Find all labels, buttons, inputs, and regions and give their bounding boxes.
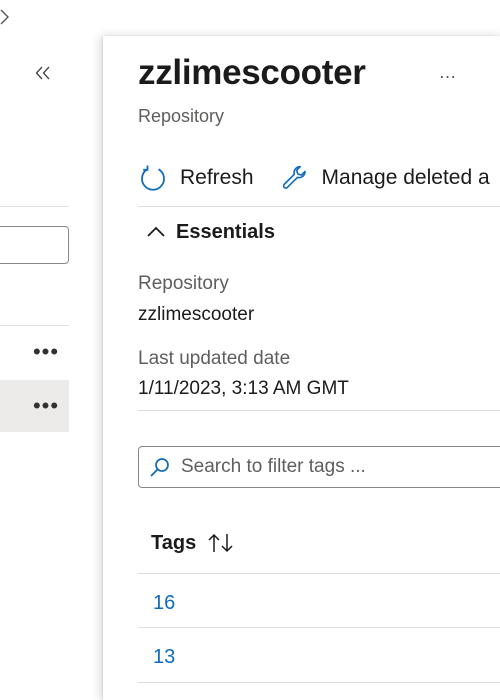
field-value-repository: zzlimescooter (138, 304, 255, 325)
collapse-pane-button[interactable] (32, 64, 54, 86)
field-value-last-updated: 1/11/2023, 3:13 AM GMT (138, 378, 349, 399)
tag-link[interactable]: 13 (153, 646, 175, 669)
tag-search-box[interactable] (138, 446, 500, 488)
table-row-divider (138, 682, 500, 683)
divider (138, 206, 500, 207)
essentials-label: Essentials (176, 220, 275, 243)
essentials-toggle[interactable]: Essentials (146, 218, 275, 246)
list-item[interactable]: ••• (0, 326, 69, 378)
chevron-up-icon (146, 221, 166, 244)
manage-deleted-label: Manage deleted a (321, 166, 490, 189)
wrench-icon (280, 163, 310, 193)
refresh-label: Refresh (180, 166, 254, 189)
field-label-repository: Repository (138, 273, 229, 294)
more-options-button[interactable]: … (436, 62, 460, 82)
more-options-button[interactable]: ••• (31, 393, 61, 418)
chevron-right-icon[interactable] (0, 8, 14, 26)
manage-deleted-button[interactable]: Manage deleted a (280, 158, 490, 198)
tags-column-header[interactable]: Tags (151, 528, 236, 558)
left-filter-input[interactable] (0, 226, 69, 264)
refresh-icon (138, 163, 168, 193)
search-icon (149, 456, 171, 478)
left-pane: ••• ••• (0, 0, 103, 700)
app-root: ••• ••• zzlimescooter … Repository Refre (0, 0, 500, 700)
tags-header-label: Tags (151, 531, 197, 554)
tag-link[interactable]: 16 (153, 592, 175, 615)
page-title: zzlimescooter (138, 53, 366, 92)
double-chevron-left-icon (35, 66, 51, 85)
search-input[interactable] (181, 456, 500, 478)
list-item-selected[interactable]: ••• (0, 380, 69, 432)
table-row-divider (138, 573, 500, 574)
divider (138, 410, 500, 411)
left-divider (0, 206, 69, 207)
field-label-last-updated: Last updated date (138, 348, 291, 369)
table-row-divider (138, 627, 500, 628)
blade-content: zzlimescooter … Repository Refresh Manag… (138, 36, 500, 700)
command-bar: Refresh Manage deleted a (138, 158, 500, 198)
refresh-button[interactable]: Refresh (138, 158, 254, 198)
sort-up-down-icon[interactable] (206, 532, 236, 554)
repository-blade: zzlimescooter … Repository Refresh Manag… (103, 36, 500, 700)
more-options-button[interactable]: ••• (31, 339, 61, 364)
page-subtitle: Repository (138, 106, 225, 126)
